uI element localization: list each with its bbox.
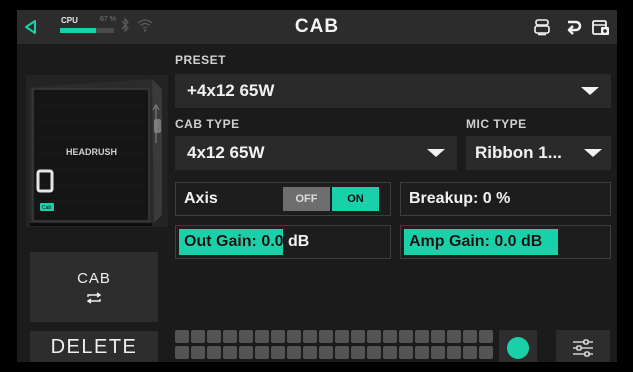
- footswitch-cell: [255, 330, 269, 343]
- turn-back-icon[interactable]: [564, 18, 582, 36]
- breakup-control[interactable]: Breakup: 0 %: [400, 182, 611, 216]
- footswitch-cell: [191, 346, 205, 359]
- chevron-down-icon: [427, 149, 445, 157]
- cpu-meter: [60, 28, 114, 33]
- footswitch-cell: [239, 346, 253, 359]
- footswitch-cell: [399, 346, 413, 359]
- axis-control: Axis OFF ON: [175, 182, 391, 216]
- footswitch-cell: [399, 330, 413, 343]
- cpu-label: CPU: [61, 16, 78, 25]
- cab-type-label: CAB TYPE: [175, 117, 240, 131]
- footswitch-cell: [319, 346, 333, 359]
- cpu-percent: 67 %: [100, 16, 116, 23]
- cab-type-value: 4x12 65W: [187, 143, 265, 162]
- footswitch-cell: [463, 330, 477, 343]
- back-arrow-icon[interactable]: [23, 19, 37, 35]
- swap-icon: [86, 292, 102, 304]
- mic-type-label: MIC TYPE: [466, 117, 527, 131]
- footswitch-cell: [271, 346, 285, 359]
- chevron-down-icon: [581, 87, 599, 95]
- cabinet-brand-logo: HEADRUSH: [66, 147, 117, 157]
- preset-value: +4x12 65W: [187, 81, 275, 100]
- top-bar: CPU 67 % CAB: [17, 10, 617, 44]
- cpu-meter-fill: [60, 28, 97, 33]
- footswitch-cell: [367, 330, 381, 343]
- footswitch-cell: [479, 346, 493, 359]
- mic-type-value: Ribbon 1...: [475, 143, 562, 162]
- footswitch-cell: [447, 330, 461, 343]
- amp-stack-icon[interactable]: [533, 18, 551, 36]
- out-gain-control[interactable]: Out Gain: 0.0 dB Out Gain: 0.0 dB: [175, 225, 391, 259]
- footswitch-cell: [383, 346, 397, 359]
- footswitch-cell: [239, 330, 253, 343]
- cab-settings-icon[interactable]: [592, 18, 610, 36]
- bluetooth-icon: [121, 17, 129, 33]
- footswitch-cell: [207, 330, 221, 343]
- cab-type-dropdown[interactable]: 4x12 65W: [175, 136, 457, 170]
- cab-editor-screen: CPU 67 % CAB HEADRUSH Cab CAB DELETE PRE…: [17, 10, 617, 362]
- out-gain-value-on-fill: Out Gain: 0.0 dB: [184, 233, 283, 250]
- preset-label: PRESET: [175, 53, 227, 67]
- footswitch-cell: [319, 330, 333, 343]
- footswitch-cell: [287, 346, 301, 359]
- status-button[interactable]: [499, 330, 537, 362]
- axis-off-button[interactable]: OFF: [283, 187, 330, 211]
- footswitch-cell: [431, 330, 445, 343]
- cabinet-badge: Cab: [42, 205, 51, 211]
- wifi-icon: [137, 19, 153, 32]
- footswitch-cell: [367, 346, 381, 359]
- settings-button[interactable]: [556, 330, 610, 362]
- footswitch-cell: [335, 346, 349, 359]
- amp-gain-value-on-fill: Amp Gain: 0.0 dB: [409, 233, 543, 250]
- delete-button[interactable]: DELETE: [30, 331, 158, 362]
- footswitch-cell: [383, 330, 397, 343]
- footswitch-cell: [303, 346, 317, 359]
- cabinet-image: HEADRUSH Cab: [26, 75, 168, 227]
- footswitch-cell: [207, 346, 221, 359]
- status-indicator-dot: [507, 337, 529, 359]
- footswitch-grid: [175, 330, 493, 359]
- footswitch-cell: [415, 330, 429, 343]
- sliders-icon: [573, 339, 593, 357]
- footswitch-cell: [175, 346, 189, 359]
- footswitch-cell: [271, 330, 285, 343]
- footswitch-cell: [175, 330, 189, 343]
- footswitch-cell: [255, 346, 269, 359]
- footswitch-cell: [463, 346, 477, 359]
- breakup-value: Breakup: 0 %: [409, 190, 511, 207]
- amp-gain-fill-label-clip: Amp Gain: 0.0 dB: [401, 226, 558, 258]
- footswitch-cell: [351, 346, 365, 359]
- axis-label: Axis: [184, 190, 218, 207]
- footswitch-cell: [223, 330, 237, 343]
- footswitch-cell: [447, 346, 461, 359]
- axis-on-button[interactable]: ON: [332, 187, 379, 211]
- amp-gain-control[interactable]: Amp Gain: 0.0 dB Amp Gain: 0.0 dB: [400, 225, 611, 259]
- footswitch-cell: [335, 330, 349, 343]
- chevron-down-icon: [584, 149, 602, 157]
- footswitch-cell: [303, 330, 317, 343]
- cab-block-label: CAB: [77, 270, 111, 287]
- footswitch-cell: [479, 330, 493, 343]
- out-gain-fill-label-clip: Out Gain: 0.0 dB: [176, 226, 283, 258]
- preset-dropdown[interactable]: +4x12 65W: [175, 74, 611, 108]
- footswitch-cell: [191, 330, 205, 343]
- footswitch-cell: [351, 330, 365, 343]
- footswitch-cell: [223, 346, 237, 359]
- footswitch-cell: [287, 330, 301, 343]
- mic-type-dropdown[interactable]: Ribbon 1...: [466, 136, 611, 170]
- cab-block-button[interactable]: CAB: [30, 252, 158, 322]
- footswitch-cell: [431, 346, 445, 359]
- footswitch-cell: [415, 346, 429, 359]
